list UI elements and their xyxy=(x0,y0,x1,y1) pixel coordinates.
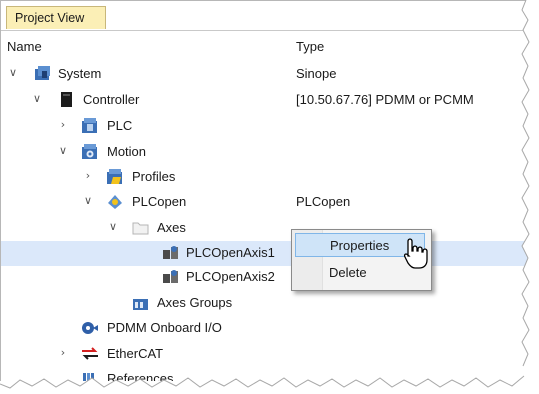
tree-item-controller[interactable]: ∨ Controller [10.50.67.76] PDMM or PCMM xyxy=(1,88,529,113)
tree-item-motion[interactable]: ∨ Motion xyxy=(1,140,529,165)
axis-icon xyxy=(162,244,180,261)
tree-item-type: [10.50.67.76] PDMM or PCMM xyxy=(296,92,474,107)
tab-bar: Project View xyxy=(1,1,529,31)
tree-item-label: EtherCAT xyxy=(107,346,164,361)
chevron-right-icon[interactable]: › xyxy=(56,346,70,360)
tree-item-axes[interactable]: ∨ Axes xyxy=(1,216,529,241)
ethercat-icon xyxy=(81,345,99,362)
tree-item-label: PLCopen xyxy=(132,194,187,209)
tree-item-label: Profiles xyxy=(132,169,176,184)
axes-groups-icon xyxy=(132,294,150,311)
tree-item-pdmm-onboard-io[interactable]: PDMM Onboard I/O xyxy=(1,316,529,341)
tree-item-label: Motion xyxy=(107,144,147,159)
chevron-right-icon[interactable]: › xyxy=(81,169,95,183)
tree-item-label: PLCOpenAxis1 xyxy=(186,245,275,260)
axis-icon xyxy=(162,268,180,285)
tree-item-label: Axes Groups xyxy=(157,295,233,310)
tab-project-view[interactable]: Project View xyxy=(6,6,106,29)
chevron-down-icon[interactable]: ∨ xyxy=(56,144,70,158)
column-header: Name Type xyxy=(1,37,529,57)
chevron-right-icon[interactable]: › xyxy=(56,118,70,132)
tree-item-label: PDMM Onboard I/O xyxy=(107,320,222,335)
chevron-down-icon[interactable]: ∨ xyxy=(81,194,95,208)
torn-edge-right xyxy=(520,0,539,394)
hand-cursor-icon xyxy=(403,237,429,271)
tree-item-label: PLCOpenAxis2 xyxy=(186,269,275,284)
plc-icon xyxy=(81,117,99,134)
tree-item-profiles[interactable]: › Profiles xyxy=(1,165,529,190)
io-icon xyxy=(81,319,99,336)
tree-item-type: Sinope xyxy=(296,66,337,81)
column-header-type[interactable]: Type xyxy=(296,39,324,54)
controller-icon xyxy=(58,91,76,108)
tree-item-axes-groups[interactable]: Axes Groups xyxy=(1,291,529,316)
tree-item-label: System xyxy=(58,66,102,81)
torn-edge-bottom xyxy=(0,372,539,394)
chevron-down-icon[interactable]: ∨ xyxy=(6,66,20,80)
tree-item-plcopenaxis1[interactable]: PLCOpenAxis1 xyxy=(1,241,529,266)
tree-item-label: Controller xyxy=(83,92,140,107)
chevron-down-icon[interactable]: ∨ xyxy=(30,92,44,106)
motion-icon xyxy=(81,143,99,160)
folder-icon xyxy=(132,219,150,236)
tree-item-system[interactable]: ∨ System Sinope xyxy=(1,62,529,87)
profiles-icon xyxy=(106,168,124,185)
column-header-name[interactable]: Name xyxy=(7,39,42,54)
project-view-panel: Project View Name Type ∨ System Sinope ∨… xyxy=(0,0,529,381)
system-icon xyxy=(34,65,52,82)
tree-item-label: Axes xyxy=(157,220,186,235)
tree-item-label: PLC xyxy=(107,118,133,133)
tree-item-plcopen[interactable]: ∨ PLCopen PLCopen xyxy=(1,190,529,215)
tree-item-plcopenaxis2[interactable]: PLCOpenAxis2 xyxy=(1,265,529,290)
tree-item-plc[interactable]: › PLC xyxy=(1,114,529,139)
chevron-down-icon[interactable]: ∨ xyxy=(106,220,120,234)
plcopen-icon xyxy=(106,193,124,210)
tree-item-type: PLCopen xyxy=(296,194,351,209)
tree-item-ethercat[interactable]: › EtherCAT xyxy=(1,342,529,367)
